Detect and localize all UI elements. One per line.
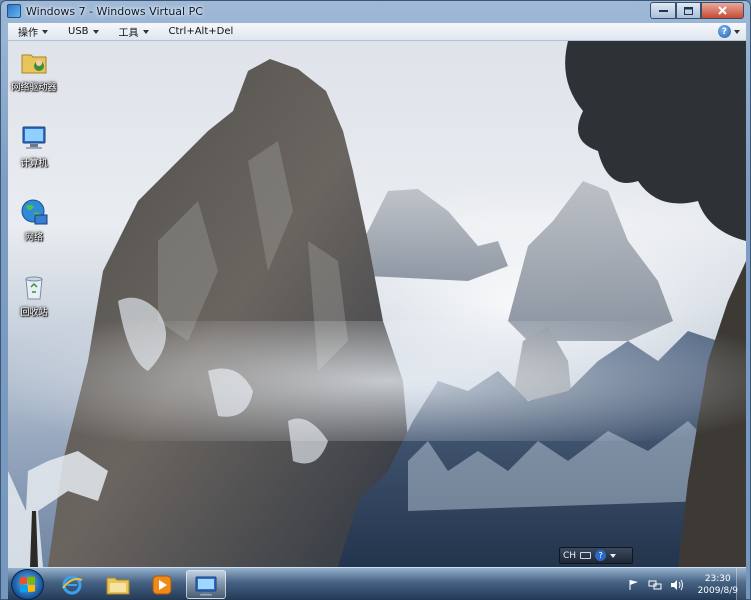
menu-label: Ctrl+Alt+Del — [168, 26, 234, 37]
distant-peak — [363, 189, 508, 281]
desktop-wallpaper[interactable]: 网络驱动器 计算机 网络 回收站 CH ? — [8, 41, 746, 567]
system-tray: 23:30 2009/8/9 — [628, 568, 738, 600]
mountain-scene — [8, 41, 746, 567]
taskbar-explorer[interactable] — [98, 570, 138, 599]
menu-bar: 操作 USB 工具 Ctrl+Alt+Del ? — [8, 23, 746, 41]
maximize-icon — [684, 6, 693, 15]
show-desktop-button[interactable] — [736, 568, 746, 600]
taskbar-media-player[interactable] — [142, 570, 182, 599]
clock[interactable]: 23:30 2009/8/9 — [698, 573, 738, 597]
menu-action[interactable]: 操作 — [18, 24, 48, 39]
help-menu[interactable]: ? — [718, 25, 740, 38]
mist-layer — [8, 321, 746, 441]
chevron-down-icon[interactable] — [610, 553, 617, 558]
language-bar[interactable]: CH ? — [559, 547, 633, 564]
internet-explorer-icon — [62, 575, 83, 594]
virtual-pc-icon — [7, 4, 21, 18]
computer-icon — [19, 123, 49, 153]
title-bar[interactable]: Windows 7 - Windows Virtual PC — [1, 1, 750, 21]
close-button[interactable] — [701, 2, 744, 19]
action-center-flag-icon[interactable] — [628, 579, 640, 591]
help-icon[interactable]: ? — [595, 550, 607, 561]
recycle-bin-icon — [19, 272, 49, 302]
taskbar-internet-explorer[interactable] — [52, 570, 92, 599]
clock-date: 2009/8/9 — [697, 585, 738, 596]
help-icon: ? — [718, 25, 731, 38]
chevron-down-icon — [734, 29, 740, 34]
network-status-icon[interactable] — [648, 579, 662, 591]
taskbar-remote-desktop[interactable] — [186, 570, 226, 599]
maximize-button[interactable] — [676, 2, 701, 19]
chevron-down-icon — [42, 29, 48, 34]
virtual-pc-window: Windows 7 - Windows Virtual PC 操作 USB 工具… — [0, 0, 751, 600]
main-pinnacle — [48, 59, 408, 567]
menu-label: 工具 — [118, 28, 139, 39]
clock-time: 23:30 — [704, 573, 731, 584]
menu-usb[interactable]: USB — [68, 26, 99, 37]
media-player-icon — [152, 575, 172, 594]
window-title: Windows 7 - Windows Virtual PC — [26, 4, 203, 18]
menu-label: USB — [68, 26, 89, 37]
distant-peak — [508, 181, 673, 341]
window-controls — [650, 2, 744, 19]
windows-logo-icon — [20, 576, 35, 593]
chevron-down-icon — [142, 29, 149, 34]
desktop-icon-user-files[interactable]: 网络驱动器 — [8, 47, 61, 93]
language-indicator[interactable]: CH — [563, 551, 576, 561]
minimize-button[interactable] — [650, 2, 676, 19]
desktop-icon-label: 回收站 — [20, 308, 48, 318]
menu-ctrl-alt-del[interactable]: Ctrl+Alt+Del — [169, 26, 234, 37]
volume-icon[interactable] — [670, 579, 684, 591]
taskbar: 23:30 2009/8/9 — [8, 567, 746, 600]
minimize-icon — [658, 9, 668, 12]
menu-label: 操作 — [18, 28, 38, 39]
desktop-icon-label: 网络驱动器 — [11, 83, 57, 93]
explorer-folder-icon — [106, 577, 130, 594]
close-icon — [718, 6, 727, 15]
start-button[interactable] — [11, 569, 44, 600]
network-globe-icon — [19, 197, 49, 227]
desktop-icon-computer[interactable]: 计算机 — [8, 123, 61, 169]
user-folder-icon — [19, 47, 49, 77]
menu-tools[interactable]: 工具 — [119, 24, 149, 39]
desktop-icon-recycle-bin[interactable]: 回收站 — [8, 272, 61, 318]
keyboard-icon[interactable] — [580, 552, 592, 559]
remote-desktop-icon — [195, 576, 217, 595]
desktop-icon-label: 网络 — [24, 233, 43, 243]
desktop-icon-label: 计算机 — [20, 159, 48, 169]
desktop-icon-network[interactable]: 网络 — [8, 197, 61, 243]
chevron-down-icon — [92, 29, 99, 34]
